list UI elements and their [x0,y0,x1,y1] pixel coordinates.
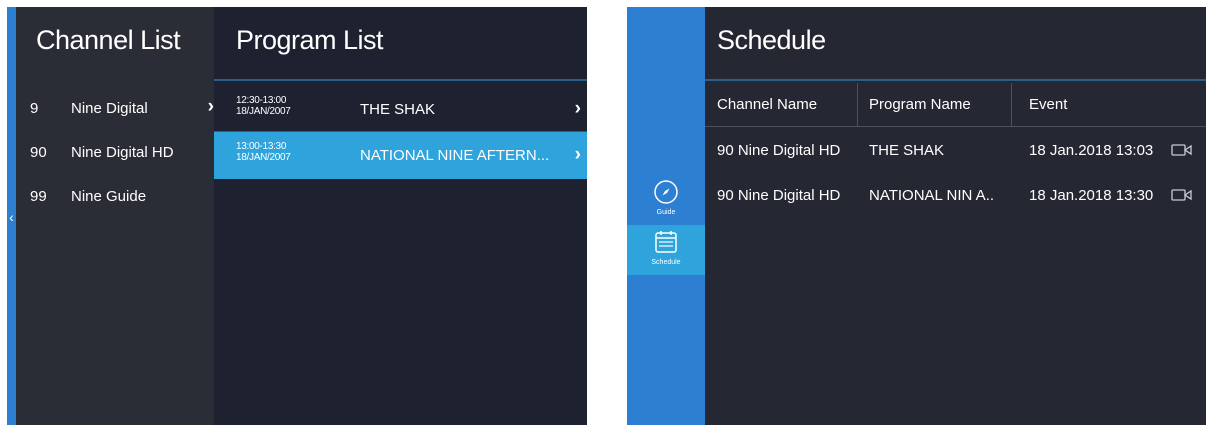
program-item-selected[interactable]: 13:00-13:30 18/JAN/2007 NATIONAL NINE AF… [214,132,587,179]
schedule-row[interactable]: 90 Nine Digital HD THE SHAK 18 Jan.2018 … [705,128,1206,174]
program-date: 18/JAN/2007 [236,152,291,163]
schedule-channel: 90 Nine Digital HD [717,187,841,204]
program-title: NATIONAL NINE AFTERN... [360,147,550,164]
schedule-event: 18 Jan.2018 13:30 [1029,187,1154,204]
channel-name: Nine Digital HD [71,144,174,161]
schedule-screen: Guide Schedule Schedule Channel Name Pro… [627,7,1206,425]
program-list-title: Program List [236,25,384,55]
calendar-icon [655,231,677,253]
nav-item-guide[interactable]: Guide [627,175,705,225]
program-list: 12:30-13:00 18/JAN/2007 THE SHAK › 13:00… [214,86,587,179]
chevron-right-icon: › [574,98,581,119]
channel-number: 90 [30,144,47,161]
schedule-program: NATIONAL NIN A.. [869,187,995,204]
compass-icon [654,180,678,204]
nav-label-guide: Guide [656,209,676,216]
schedule-event: 18 Jan.2018 13:03 [1029,142,1154,159]
schedule-table-header: Channel Name Program Name Event [705,83,1206,127]
channel-list: 9 Nine Digital › 90 Nine Digital HD 99 N… [16,87,214,219]
schedule-title: Schedule [717,25,826,55]
program-time: 12:30-13:00 [236,95,287,106]
channel-item[interactable]: 99 Nine Guide [16,175,214,219]
channel-list-title: Channel List [36,25,181,55]
channel-item[interactable]: 90 Nine Digital HD [16,131,214,175]
schedule-row[interactable]: 90 Nine Digital HD NATIONAL NIN A.. 18 J… [705,173,1206,219]
program-time: 13:00-13:30 [236,141,287,152]
column-header-program: Program Name [869,96,971,113]
channel-name: Nine Guide [71,188,147,205]
program-list-pane: Program List 12:30-13:00 18/JAN/2007 THE… [214,7,587,425]
channel-name: Nine Digital [71,100,148,117]
channel-number: 99 [30,188,47,205]
channel-number: 9 [30,100,39,117]
record-icon [1171,189,1192,201]
back-arrow-icon[interactable]: ‹ [7,207,16,227]
record-icon [1171,144,1192,156]
column-header-channel: Channel Name [717,96,818,113]
schedule-channel: 90 Nine Digital HD [717,142,841,159]
side-nav: Guide Schedule [627,7,705,425]
column-header-event: Event [1029,96,1068,113]
program-date: 18/JAN/2007 [236,106,291,117]
channel-item[interactable]: 9 Nine Digital › [16,87,214,131]
program-item[interactable]: 12:30-13:00 18/JAN/2007 THE SHAK › [214,86,587,132]
channel-program-screen: ‹ Channel List 9 Nine Digital › 90 Nine … [7,7,587,425]
chevron-right-icon: › [574,144,581,165]
program-title: THE SHAK [360,101,436,118]
nav-item-schedule[interactable]: Schedule [627,225,705,275]
schedule-header: Schedule [705,7,1206,81]
column-divider [857,83,858,127]
column-divider [1011,83,1012,127]
nav-label-schedule: Schedule [651,259,681,266]
channel-list-pane: Channel List 9 Nine Digital › 90 Nine Di… [16,7,214,425]
program-list-header: Program List [214,7,587,81]
schedule-program: THE SHAK [869,142,945,159]
